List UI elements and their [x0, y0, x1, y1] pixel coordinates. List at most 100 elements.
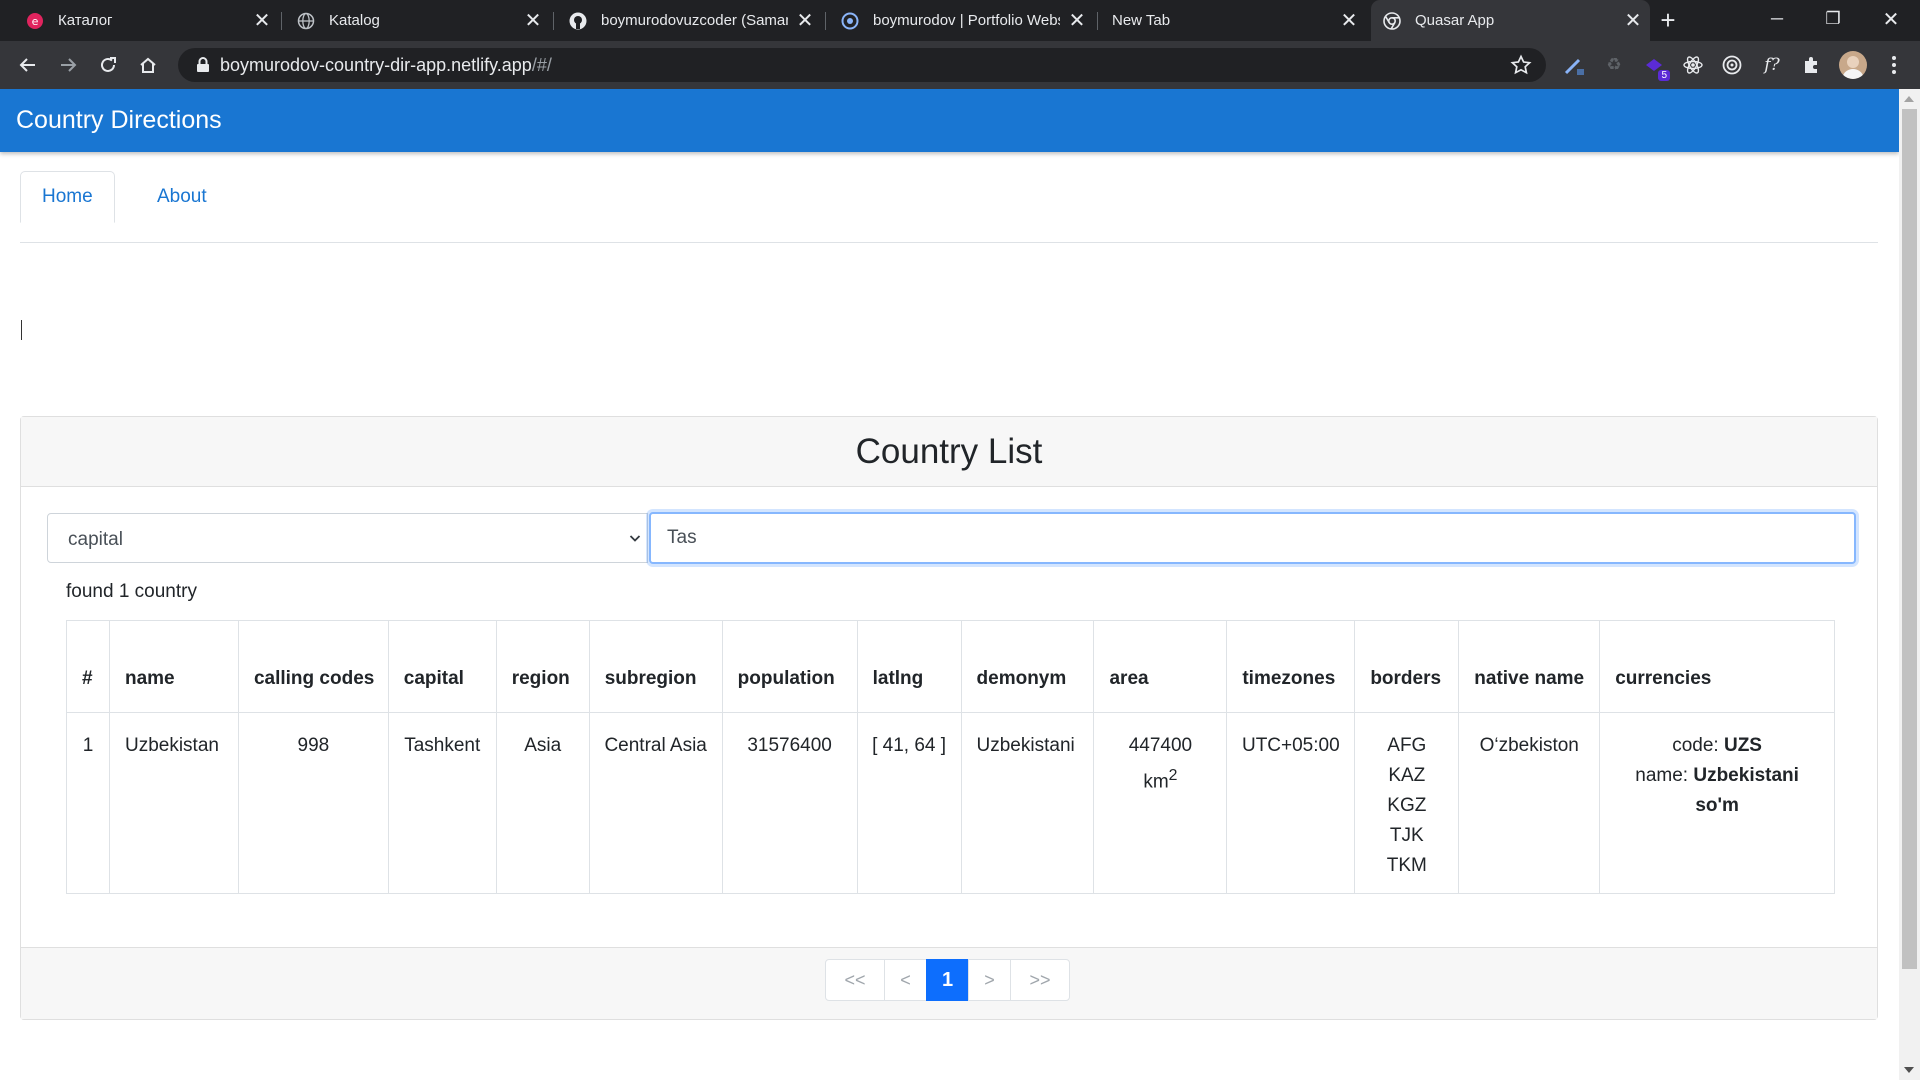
column-header-subregion: subregion: [588, 620, 723, 713]
border-code: TJK: [1389, 825, 1424, 846]
cell-calling-codes: 998: [237, 712, 389, 894]
github-icon: [569, 12, 587, 30]
border-code: TKM: [1386, 855, 1427, 876]
cell-area: 447400 km2: [1093, 712, 1228, 894]
area-value: 447400: [1128, 735, 1193, 756]
results-count: found 1 country: [66, 581, 197, 602]
column-header-region: region: [495, 620, 590, 713]
cell-name: Uzbekistan: [108, 712, 239, 894]
address-bar[interactable]: boymurodov-country-dir-app.netlify.app/#…: [178, 48, 1546, 82]
tab-home[interactable]: Home: [20, 171, 115, 223]
close-window-icon[interactable]: ✕: [1866, 0, 1916, 38]
minimize-window-icon[interactable]: ─: [1752, 0, 1802, 38]
browser-toolbar: boymurodov-country-dir-app.netlify.app/#…: [0, 41, 1920, 89]
column-header-currencies: currencies: [1599, 620, 1835, 713]
react-devtools-icon[interactable]: [1681, 53, 1705, 77]
column-header-area: area: [1093, 620, 1228, 713]
scroll-down-arrow-icon[interactable]: [1904, 1067, 1914, 1073]
browser-tab-github[interactable]: boymurodovuzcoder (Samandar ✕: [543, 0, 822, 41]
pen-extension-icon[interactable]: [1562, 53, 1586, 77]
cell-capital: Tashkent: [387, 712, 497, 894]
browser-tab-katalog[interactable]: Katalog ✕: [271, 0, 550, 41]
currency-name: Uzbekistani so'm: [1693, 765, 1799, 816]
recycle-extension-icon[interactable]: ♻: [1602, 53, 1626, 77]
tab-title: Katalog: [329, 12, 380, 29]
country-list-card: Country List capital Tas found 1 country…: [20, 416, 1878, 1020]
tab-title: Quasar App: [1415, 12, 1495, 29]
area-unit: km: [1143, 771, 1169, 793]
browser-menu-icon[interactable]: [1882, 53, 1906, 77]
border-code: KGZ: [1387, 795, 1427, 816]
cell-native-name: O‘zbekiston: [1458, 712, 1601, 894]
browser-tabstrip: e Каталог ✕ Katalog ✕ boymurodovuzcoder …: [0, 0, 1920, 41]
nav-tabs: Home About: [20, 171, 1878, 243]
cell-region: Asia: [495, 712, 590, 894]
search-field-select[interactable]: capital: [47, 513, 648, 563]
reload-icon[interactable]: [91, 48, 125, 82]
tab-title: boymurodovuzcoder (Samandar: [601, 12, 788, 29]
pagination-first-button[interactable]: <<: [825, 959, 885, 1001]
area-unit-exponent: 2: [1168, 767, 1178, 784]
extensions-puzzle-icon[interactable]: [1800, 53, 1824, 77]
back-icon[interactable]: [11, 48, 45, 82]
target-extension-icon[interactable]: [1720, 53, 1744, 77]
currency-code-line: code: UZS: [1612, 731, 1822, 761]
column-header-calling-codes: calling codes: [237, 620, 389, 713]
cell-borders: AFG KAZ KGZ TJK TKM: [1354, 712, 1460, 894]
purple-extension-icon[interactable]: 5: [1642, 53, 1670, 81]
tab-title: boymurodov | Portfolio Website: [873, 12, 1060, 29]
pagination-next-button[interactable]: >: [968, 959, 1011, 1001]
lock-icon[interactable]: [186, 57, 220, 73]
column-header-population: population: [721, 620, 858, 713]
close-tab-icon[interactable]: ✕: [1332, 8, 1366, 33]
currency-code-label: code:: [1672, 735, 1719, 756]
table-row: 1 Uzbekistan 998 Tashkent Asia Central A…: [66, 712, 1835, 894]
extension-badge: 5: [1658, 70, 1670, 81]
browser-tab-quasar-app[interactable]: Quasar App ✕: [1371, 0, 1650, 41]
column-header-native-name: native name: [1458, 620, 1601, 713]
pagination-prev-button[interactable]: <: [884, 959, 927, 1001]
page-viewport: Country Directions Home About Country Li…: [0, 89, 1899, 1080]
column-header-timezones: timezones: [1226, 620, 1356, 713]
portfolio-icon: [841, 12, 859, 30]
bookmark-star-icon[interactable]: [1510, 54, 1532, 76]
country-list-title: Country List: [21, 417, 1877, 487]
cell-population: 31576400: [721, 712, 858, 894]
tab-title: New Tab: [1112, 12, 1171, 29]
app-title: Country Directions: [16, 106, 222, 134]
new-tab-button[interactable]: +: [1652, 2, 1684, 38]
pagination-page-button[interactable]: 1: [926, 959, 969, 1001]
browser-tab-portfolio[interactable]: boymurodov | Portfolio Website ✕: [815, 0, 1094, 41]
scrollbar-thumb[interactable]: [1902, 109, 1917, 969]
forward-icon[interactable]: [51, 48, 85, 82]
browser-tab-new-tab[interactable]: New Tab ✕: [1087, 0, 1366, 41]
cell-demonym: Uzbekistani: [960, 712, 1095, 894]
browser-tab-catalog-ru[interactable]: e Каталог ✕: [0, 0, 279, 41]
column-header-latlng: latlng: [856, 620, 962, 713]
search-field-selected: capital: [68, 529, 123, 550]
table-header-row: # name calling codes capital region subr…: [66, 620, 1835, 713]
column-header-borders: borders: [1354, 620, 1460, 713]
currency-code: UZS: [1723, 735, 1762, 756]
function-extension-icon[interactable]: f?: [1760, 53, 1784, 77]
home-icon[interactable]: [131, 48, 165, 82]
pagination-last-button[interactable]: >>: [1010, 959, 1070, 1001]
url-host: boymurodov-country-dir-app.netlify.app: [220, 54, 532, 75]
cell-latlng: [ 41, 64 ]: [856, 712, 962, 894]
chevron-down-icon: [629, 535, 641, 542]
currency-name-label: name:: [1635, 765, 1689, 786]
tab-title: Каталог: [58, 12, 113, 29]
tab-about[interactable]: About: [136, 171, 228, 223]
scroll-up-arrow-icon[interactable]: [1904, 96, 1914, 102]
search-input[interactable]: Tas: [649, 512, 1856, 564]
globe-icon: [297, 12, 315, 30]
profile-avatar[interactable]: [1839, 51, 1867, 79]
column-header-name: name: [108, 620, 239, 713]
currency-name-line: name: Uzbekistani so'm: [1612, 761, 1822, 821]
pagination: << < 1 > >>: [825, 959, 1070, 1001]
chrome-icon: [1383, 11, 1401, 30]
eduhub-icon: e: [26, 12, 44, 30]
restore-window-icon[interactable]: ❐: [1808, 0, 1858, 38]
close-tab-icon[interactable]: ✕: [1616, 8, 1650, 33]
page-scrollbar[interactable]: [1899, 89, 1920, 1080]
